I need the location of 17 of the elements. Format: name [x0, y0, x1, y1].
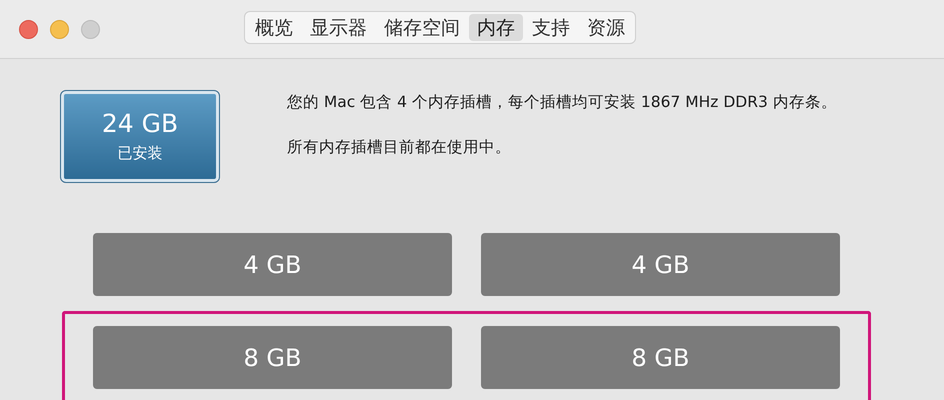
memory-slot: 8 GB: [481, 326, 840, 389]
info-text: 所有内存插槽目前都在使用中。: [287, 137, 512, 158]
memory-slot: 8 GB: [93, 326, 452, 389]
tab[interactable]: 储存空间: [376, 14, 468, 41]
memory-size: 24 GB: [102, 108, 178, 139]
info-text: 您的 Mac 包含 4 个内存插槽，每个插槽均可安装 1867 MHz DDR3 内存条。: [287, 92, 837, 113]
minimize-button[interactable]: [50, 20, 69, 38]
tab[interactable]: 概览: [247, 14, 301, 41]
memory-slot: 4 GB: [481, 233, 840, 296]
tab[interactable]: 显示器: [302, 14, 375, 41]
tab[interactable]: 内存: [469, 14, 523, 41]
close-button[interactable]: [19, 20, 38, 38]
memory-caption: 已安装: [118, 142, 162, 164]
memory-slot: 4 GB: [93, 233, 452, 296]
tab[interactable]: 资源: [579, 14, 633, 41]
tab[interactable]: 支持: [524, 14, 578, 41]
zoom-button[interactable]: [81, 20, 100, 38]
